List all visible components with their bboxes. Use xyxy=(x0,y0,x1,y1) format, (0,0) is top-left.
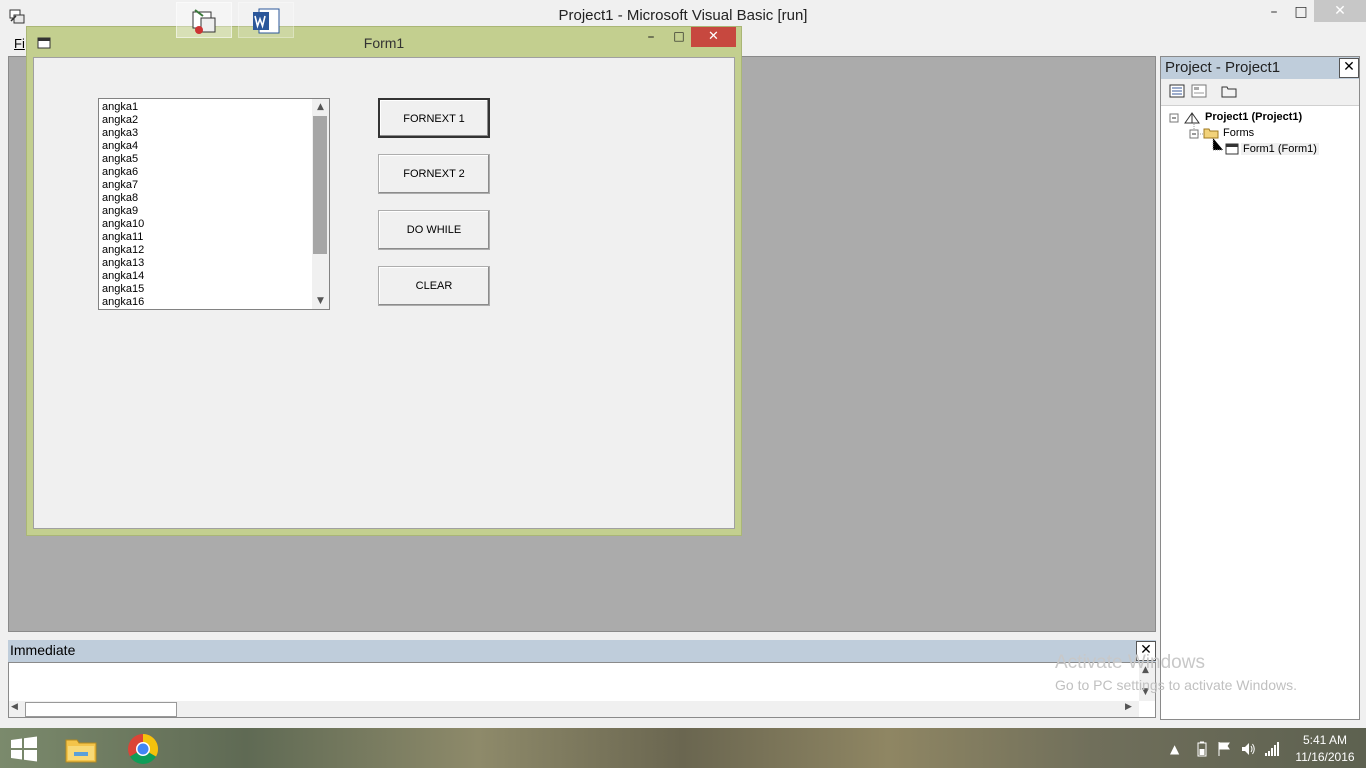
list-item[interactable]: angka4 xyxy=(102,140,144,153)
action-center-flag-icon[interactable] xyxy=(1216,741,1232,757)
list-item[interactable]: angka1 xyxy=(102,101,144,114)
list-item[interactable]: angka14 xyxy=(102,270,144,283)
list-item[interactable]: angka8 xyxy=(102,192,144,205)
list-item[interactable]: angka2 xyxy=(102,114,144,127)
show-hidden-icons-icon[interactable]: ▲ xyxy=(1170,742,1179,756)
immediate-title: Immediate xyxy=(10,642,76,658)
folder-icon xyxy=(1203,128,1219,139)
list-box[interactable]: angka1 angka2 angka3 angka4 angka5 angka6 angk… xyxy=(98,98,330,310)
vb6-taskbar-icon xyxy=(192,9,216,34)
project-panel-close-button[interactable]: ✕ xyxy=(1339,58,1359,78)
project-panel-header: Project - Project1 ✕ xyxy=(1161,57,1359,79)
file-explorer-icon[interactable] xyxy=(64,734,98,764)
list-item[interactable]: angka16 xyxy=(102,296,144,309)
scroll-right-arrow-icon[interactable]: ▶ xyxy=(1125,702,1132,712)
clock-time[interactable]: 5:41 AM xyxy=(1290,733,1360,747)
scroll-thumb[interactable] xyxy=(313,116,327,254)
word-icon xyxy=(253,8,280,34)
project-explorer-panel: Project - Project1 ✕ Project1 (Project1)… xyxy=(1160,56,1360,720)
taskbar xyxy=(0,728,1366,768)
project-icon xyxy=(1184,112,1200,124)
horizontal-scrollbar[interactable]: ◀ ▶ xyxy=(9,701,1139,717)
immediate-header: Immediate ✕ xyxy=(8,640,1156,662)
form1-minimize-button[interactable]: – xyxy=(639,29,663,49)
view-code-icon[interactable] xyxy=(1169,84,1185,98)
scroll-left-arrow-icon[interactable]: ◀ xyxy=(11,702,18,712)
fornext2-button[interactable]: FORNEXT 2 xyxy=(378,154,490,194)
form1-maximize-button[interactable]: □ xyxy=(667,29,691,49)
network-signal-icon[interactable] xyxy=(1264,741,1280,757)
activation-watermark-text: Go to PC settings to activate Windows. xyxy=(1055,677,1297,693)
tree-project-root[interactable]: Project1 (Project1) xyxy=(1205,111,1302,123)
view-object-icon[interactable] xyxy=(1191,84,1207,98)
toggle-folders-icon[interactable] xyxy=(1221,84,1237,98)
list-item[interactable]: angka15 xyxy=(102,283,144,296)
do-while-button[interactable]: DO WHILE xyxy=(378,210,490,250)
list-items: angka1 angka2 angka3 angka4 angka5 angka6 angk… xyxy=(102,101,144,309)
menu-file[interactable]: Fi xyxy=(14,36,25,51)
form-node-icon xyxy=(1225,143,1239,155)
chrome-icon[interactable] xyxy=(126,732,160,766)
project-toolbar xyxy=(1161,79,1359,106)
windows-start-icon[interactable] xyxy=(10,736,38,762)
list-item[interactable]: angka3 xyxy=(102,127,144,140)
close-button[interactable]: ✕ xyxy=(1314,0,1366,22)
form1-close-button[interactable]: ✕ xyxy=(691,27,736,47)
list-item[interactable]: angka12 xyxy=(102,244,144,257)
list-item[interactable]: angka6 xyxy=(102,166,144,179)
battery-icon[interactable] xyxy=(1196,741,1208,757)
list-item[interactable]: angka13 xyxy=(102,257,144,270)
form1-window: Form1 – □ ✕ angka1 angka2 angka3 angka4 angk… xyxy=(26,26,742,536)
project-panel-title: Project - Project1 xyxy=(1165,59,1281,76)
taskbar-word-app[interactable] xyxy=(238,2,294,38)
form1-title: Form1 xyxy=(363,35,405,51)
form1-client-area: angka1 angka2 angka3 angka4 angka5 angka6 angk… xyxy=(33,57,735,529)
list-scrollbar[interactable]: ▲ ▼ xyxy=(312,99,329,309)
horizontal-scroll-thumb[interactable] xyxy=(25,702,177,717)
list-item[interactable]: angka7 xyxy=(102,179,144,192)
clock-date[interactable]: 11/16/2016 xyxy=(1290,750,1360,764)
activation-watermark-title: Activate Windows xyxy=(1055,652,1205,673)
immediate-window[interactable]: ◀ ▶ ▲ ▼ xyxy=(8,662,1156,718)
list-item[interactable]: angka11 xyxy=(102,231,144,244)
scroll-up-arrow-icon[interactable]: ▲ xyxy=(312,99,329,115)
taskbar-vb6-app[interactable] xyxy=(176,2,232,38)
tree-forms-folder[interactable]: Forms xyxy=(1223,127,1254,139)
volume-icon[interactable] xyxy=(1240,741,1256,757)
list-item[interactable]: angka5 xyxy=(102,153,144,166)
list-item[interactable]: angka10 xyxy=(102,218,144,231)
scroll-down-arrow-icon[interactable]: ▼ xyxy=(312,293,329,309)
list-item[interactable]: angka9 xyxy=(102,205,144,218)
tree-form1-item[interactable]: Form1 (Form1) xyxy=(1241,143,1319,155)
clear-button[interactable]: CLEAR xyxy=(378,266,490,306)
fornext1-button[interactable]: FORNEXT 1 xyxy=(378,98,490,138)
